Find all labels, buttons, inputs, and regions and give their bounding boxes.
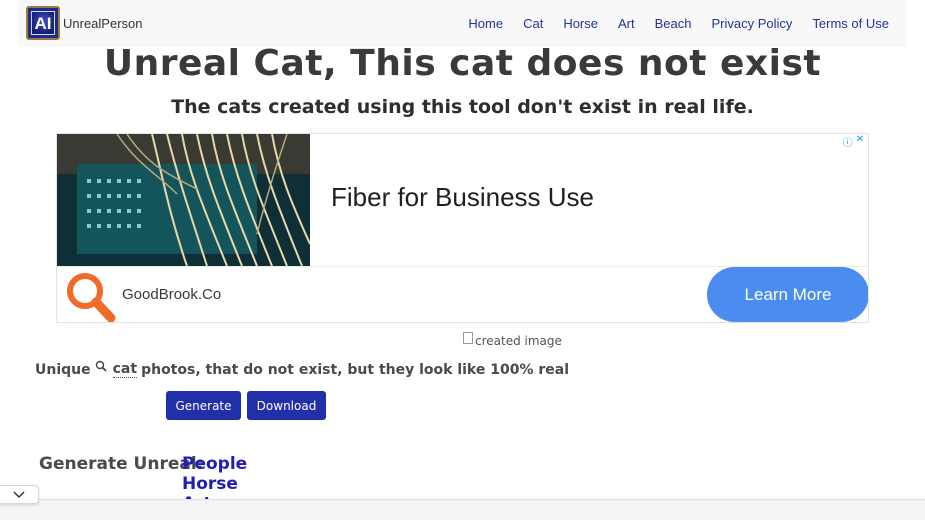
collapse-toggle[interactable] — [0, 485, 39, 504]
site-logo[interactable]: AI — [26, 6, 60, 40]
logo-emblem: AI — [31, 11, 55, 35]
ad-domain[interactable]: GoodBrook.Co — [122, 286, 221, 303]
brand-name[interactable]: UnrealPerson — [63, 16, 143, 31]
chevron-down-icon — [13, 490, 25, 498]
ad-headline[interactable]: Fiber for Business Use — [331, 182, 594, 213]
close-icon[interactable]: ✕ — [856, 134, 864, 149]
nav-link-beach[interactable]: Beach — [655, 16, 692, 31]
logo-text: AI — [34, 14, 52, 33]
magnifier-logo-icon — [63, 271, 117, 322]
generate-button[interactable]: Generate — [166, 391, 241, 420]
nav-link-privacy-policy[interactable]: Privacy Policy — [712, 16, 793, 31]
generate-link-horse[interactable]: Horse — [182, 474, 247, 494]
nav-link-horse[interactable]: Horse — [563, 16, 598, 31]
tagline: Unique cat photos, that do not exist, bu… — [35, 360, 570, 378]
ad-image[interactable] — [57, 134, 310, 266]
nav-links: Home Cat Horse Art Beach Privacy Policy … — [468, 16, 889, 31]
tagline-keyword[interactable]: cat — [112, 361, 138, 378]
broken-image-icon — [463, 332, 473, 344]
download-button[interactable]: Download — [247, 391, 326, 420]
generate-link-people[interactable]: People — [182, 454, 247, 474]
ad-banner[interactable]: ⓘ ✕ Fiber for Business Use GoodBrook.Co … — [56, 133, 869, 323]
learn-more-button[interactable]: Learn More — [707, 267, 868, 322]
tagline-suffix: photos, that do not exist, but they look… — [141, 361, 570, 378]
navbar: AI UnrealPerson Home Cat Horse Art Beach… — [18, 0, 907, 47]
info-icon[interactable]: ⓘ — [843, 134, 853, 149]
search-icon — [95, 360, 109, 374]
nav-link-art[interactable]: Art — [618, 16, 635, 31]
ad-controls: ⓘ ✕ — [843, 134, 864, 149]
page-subtitle: The cats created using this tool don't e… — [171, 96, 754, 118]
nav-link-home[interactable]: Home — [468, 16, 503, 31]
image-alt-text: created image — [475, 334, 562, 348]
nav-link-terms-of-use[interactable]: Terms of Use — [812, 16, 889, 31]
nav-link-cat[interactable]: Cat — [523, 16, 543, 31]
tagline-prefix: Unique — [35, 361, 91, 378]
page-title: Unreal Cat, This cat does not exist — [103, 43, 822, 84]
generate-unreal-label: Generate Unreal: — [39, 454, 204, 474]
bottom-anchor-bar — [0, 499, 925, 520]
created-image: created image — [463, 332, 562, 349]
